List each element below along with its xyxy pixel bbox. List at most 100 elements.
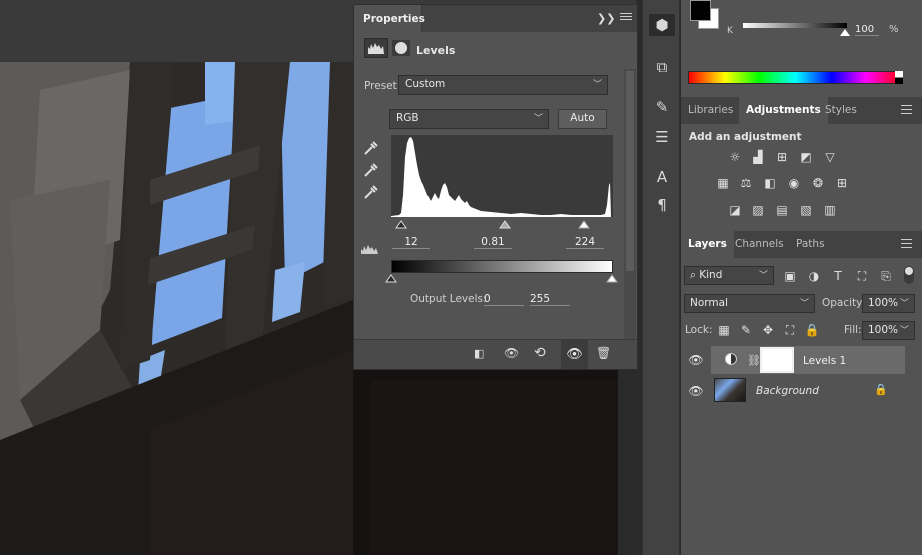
color-spectrum[interactable] (688, 71, 903, 84)
color-balance-icon[interactable]: ⚖ (737, 175, 755, 191)
invert-icon[interactable]: ◪ (726, 202, 744, 218)
color-lookup-icon[interactable]: ⊞ (833, 175, 851, 191)
bw-ramp[interactable] (895, 71, 903, 84)
hue-saturation-icon[interactable]: ▦ (714, 175, 732, 191)
channel-mixer-icon[interactable]: ❂ (809, 175, 827, 191)
fill-field[interactable]: 100% ﹀ (862, 321, 915, 340)
trash-icon[interactable]: 🗑 (596, 346, 612, 362)
transform-icon[interactable]: ⧉ (651, 56, 673, 78)
lock-transparent-icon[interactable]: ▦ (715, 322, 733, 338)
k-slider-track[interactable] (743, 23, 847, 28)
tab-styles[interactable]: Styles (818, 97, 864, 124)
tab-layers[interactable]: Layers (681, 231, 734, 258)
output-sliders[interactable] (385, 273, 619, 285)
output-black-value[interactable]: 0 (484, 293, 524, 306)
character-icon[interactable]: A (651, 166, 673, 188)
white-point-eyedropper-icon[interactable] (362, 183, 380, 201)
smart-object-filter-icon[interactable]: ⎘ (877, 268, 895, 284)
gradient-map-icon[interactable]: ▥ (821, 202, 839, 218)
input-sliders[interactable] (391, 219, 613, 231)
posterize-icon[interactable]: ▨ (749, 202, 767, 218)
lock-label: Lock: (685, 324, 713, 336)
black-white-icon[interactable]: ◧ (761, 175, 779, 191)
pixel-filter-icon[interactable]: ▣ (781, 268, 799, 284)
auto-button[interactable]: Auto (558, 109, 607, 129)
layer-mask-thumbnail[interactable] (760, 347, 794, 373)
input-white-value[interactable]: 224 (566, 236, 604, 249)
reset-icon[interactable]: ⟲ (534, 345, 552, 361)
threshold-icon[interactable]: ▤ (773, 202, 791, 218)
selective-color-icon[interactable]: ▧ (797, 202, 815, 218)
opacity-field[interactable]: 100% ﹀ (862, 294, 915, 313)
fill-label: Fill: (844, 324, 862, 336)
k-unit: % (889, 24, 899, 35)
exposure-icon[interactable]: ◩ (797, 149, 815, 165)
layer-name[interactable]: Background (756, 385, 819, 397)
gray-point-eyedropper-icon[interactable] (362, 161, 380, 179)
tab-channels[interactable]: Channels (728, 231, 791, 258)
tab-paths[interactable]: Paths (789, 231, 832, 258)
panel-menu-icon[interactable] (901, 105, 912, 114)
output-white-value[interactable]: 255 (530, 293, 570, 306)
preset-value: Custom (405, 78, 446, 90)
link-icon[interactable]: ⛓ (747, 354, 761, 367)
adjustments-tabbar: Libraries Adjustments Styles (681, 97, 922, 124)
vibrance-icon[interactable]: ▽ (821, 149, 839, 165)
fill-value: 100% (868, 324, 899, 336)
photo-filter-icon[interactable]: ◉ (785, 175, 803, 191)
channel-value: RGB (396, 112, 419, 124)
layer-filter-select[interactable]: ⌕ Kind ﹀ (684, 266, 774, 285)
clip-warning-icon (360, 243, 380, 255)
properties-scrollbar[interactable] (624, 69, 636, 339)
levels-icon[interactable]: ▟ (749, 149, 767, 165)
curves-icon[interactable]: ⊞ (773, 149, 791, 165)
channel-select[interactable]: RGB ﹀ (389, 109, 549, 129)
adjustment-layer-icon (725, 353, 737, 365)
collapse-icon[interactable]: ❯❯ (597, 12, 615, 25)
panel-menu-icon[interactable] (620, 11, 632, 23)
foreground-color-swatch[interactable] (690, 0, 711, 21)
filter-toggle[interactable] (904, 266, 914, 284)
k-slider-handle[interactable] (840, 29, 850, 36)
search-icon: ⌕ (690, 269, 696, 281)
eye-icon[interactable]: 👁 (686, 384, 706, 398)
lock-artboard-icon[interactable]: ⛶ (781, 322, 799, 338)
layer-row-levels-1[interactable]: ⛓ Levels 1 (711, 346, 905, 374)
lock-image-icon[interactable]: ✎ (737, 322, 755, 338)
layer-name[interactable]: Levels 1 (803, 355, 846, 367)
tab-libraries[interactable]: Libraries (681, 97, 740, 124)
preset-select[interactable]: Custom ﹀ (398, 75, 608, 95)
input-gamma-value[interactable]: 0.81 (474, 236, 512, 249)
lock-icon[interactable]: 🔒 (874, 383, 888, 396)
sliders-icon[interactable]: ☰ (651, 126, 673, 148)
tab-properties[interactable]: Properties (354, 5, 425, 32)
blend-mode-select[interactable]: Normal ﹀ (684, 294, 815, 313)
panel-menu-icon[interactable] (901, 239, 912, 248)
3d-cube-icon[interactable]: ⬢ (649, 14, 675, 36)
blend-mode-value: Normal (690, 297, 728, 309)
mask-icon[interactable] (392, 40, 410, 56)
eye-icon[interactable]: 👁 (686, 353, 706, 367)
levels-adjustment-icon (364, 38, 388, 58)
opacity-label: Opacity: (822, 297, 866, 309)
layer-row-background[interactable]: Background 🔒 (711, 376, 905, 404)
k-value[interactable]: 100 (855, 24, 879, 36)
brightness-contrast-icon[interactable]: ☼ (726, 149, 744, 165)
lock-all-icon[interactable]: 🔒 (803, 322, 821, 338)
clip-to-layer-icon[interactable]: ◧ (474, 347, 492, 363)
type-filter-icon[interactable]: T (829, 268, 847, 284)
shape-filter-icon[interactable]: ⛶ (853, 268, 871, 284)
brush-icon[interactable]: ✎ (651, 96, 673, 118)
view-previous-state-icon[interactable]: 👁 (504, 346, 524, 362)
k-channel-label: K (727, 26, 733, 36)
paragraph-icon[interactable]: ¶ (651, 194, 673, 216)
tab-adjustments[interactable]: Adjustments (739, 97, 828, 124)
visibility-toggle[interactable]: 👁 (561, 340, 588, 369)
lock-position-icon[interactable]: ✥ (759, 322, 777, 338)
adjustment-filter-icon[interactable]: ◑ (805, 268, 823, 284)
chevron-down-icon: ﹀ (592, 80, 602, 90)
opacity-value: 100% (868, 297, 899, 309)
black-point-eyedropper-icon[interactable] (362, 139, 380, 157)
input-black-value[interactable]: 12 (392, 236, 430, 249)
chevron-down-icon: ﹀ (899, 326, 909, 336)
